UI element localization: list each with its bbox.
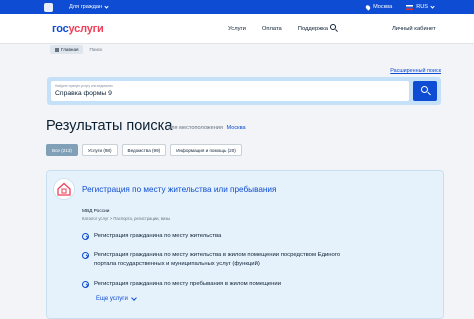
breadcrumb-home-label: Главная bbox=[61, 47, 79, 52]
logo-part-gos: гос bbox=[52, 23, 69, 35]
search-button[interactable] bbox=[413, 81, 437, 101]
magnifier-icon bbox=[421, 86, 428, 93]
language-selector[interactable]: RUS bbox=[406, 3, 435, 10]
location-context: для местоположения Москва bbox=[168, 125, 246, 131]
search-icon[interactable] bbox=[330, 24, 336, 30]
search-input[interactable]: Найдите нужную услугу или ведомство Спра… bbox=[51, 81, 409, 101]
arrow-circle-icon bbox=[82, 233, 89, 240]
city-label: Москва bbox=[373, 4, 393, 10]
flag-icon bbox=[406, 4, 414, 10]
tab-all[interactable]: Все (213) bbox=[46, 144, 78, 156]
advanced-search-link[interactable]: Расширенный поиск bbox=[390, 68, 441, 74]
audience-label: Для граждан bbox=[69, 4, 103, 10]
location-selector[interactable]: Москва bbox=[364, 3, 393, 11]
home-icon bbox=[55, 47, 59, 52]
department-name: МВД России bbox=[82, 209, 110, 214]
logo-part-uslugi: услуги bbox=[68, 23, 104, 35]
search-panel: Найдите нужную услугу или ведомство Спра… bbox=[47, 77, 441, 105]
language-label: RUS bbox=[416, 4, 428, 10]
site-header: госуслуги Услуги Оплата Поддержка Личный… bbox=[0, 14, 474, 44]
location-pin-icon bbox=[364, 3, 372, 11]
service-label: Регистрация гражданина по месту жительст… bbox=[94, 233, 222, 239]
tab-info-help[interactable]: Информация и помощь (20) bbox=[170, 144, 242, 156]
house-registration-icon bbox=[53, 178, 75, 200]
catalog-path: Каталог услуг > Паспорта, регистрации, в… bbox=[82, 216, 171, 221]
service-label: Регистрация гражданина по месту жительст… bbox=[94, 252, 341, 267]
nav-services[interactable]: Услуги bbox=[228, 26, 246, 32]
search-value: Справка формы 9 bbox=[55, 90, 112, 97]
more-services-button[interactable]: Еще услуги bbox=[96, 294, 137, 302]
search-placeholder: Найдите нужную услугу или ведомство bbox=[55, 84, 113, 88]
top-bar: Для граждан Москва RUS bbox=[0, 0, 474, 14]
location-link[interactable]: Москва bbox=[227, 125, 246, 131]
result-title-link[interactable]: Регистрация по месту жительства или преб… bbox=[82, 185, 282, 194]
arrow-circle-icon bbox=[82, 281, 89, 288]
location-prefix: для местоположения bbox=[168, 125, 223, 131]
nav-payment[interactable]: Оплата bbox=[262, 26, 282, 32]
chevron-down-icon bbox=[430, 3, 435, 9]
breadcrumb-home[interactable]: Главная bbox=[50, 45, 84, 54]
main-nav: Услуги Оплата Поддержка bbox=[228, 26, 328, 32]
tab-services[interactable]: Услуги (98) bbox=[81, 144, 118, 156]
chevron-down-icon bbox=[104, 3, 109, 9]
service-link[interactable]: Регистрация гражданина по месту пребыван… bbox=[82, 280, 394, 289]
service-link[interactable]: Регистрация гражданина по месту жительст… bbox=[82, 232, 394, 241]
arrow-circle-icon bbox=[82, 252, 89, 259]
breadcrumb-current: Поиск bbox=[89, 47, 103, 52]
service-link[interactable]: Регистрация гражданина по месту жительст… bbox=[82, 251, 346, 268]
service-label: Регистрация гражданина по месту пребыван… bbox=[94, 281, 281, 287]
personal-account-link[interactable]: Личный кабинет bbox=[392, 26, 436, 32]
result-tabs: Все (213) Услуги (98) Ведомства (99) Инф… bbox=[46, 144, 242, 156]
breadcrumb: Главная Поиск bbox=[50, 45, 102, 54]
more-services-label: Еще услуги bbox=[96, 296, 128, 302]
nav-support[interactable]: Поддержка bbox=[298, 26, 328, 32]
gosuslugi-logo[interactable]: госуслуги bbox=[52, 23, 104, 35]
emblem-icon bbox=[44, 2, 53, 12]
chevron-down-icon bbox=[131, 294, 137, 301]
tab-departments[interactable]: Ведомства (99) bbox=[121, 144, 167, 156]
audience-selector[interactable]: Для граждан bbox=[69, 3, 109, 10]
page-title: Результаты поиска bbox=[46, 118, 173, 134]
